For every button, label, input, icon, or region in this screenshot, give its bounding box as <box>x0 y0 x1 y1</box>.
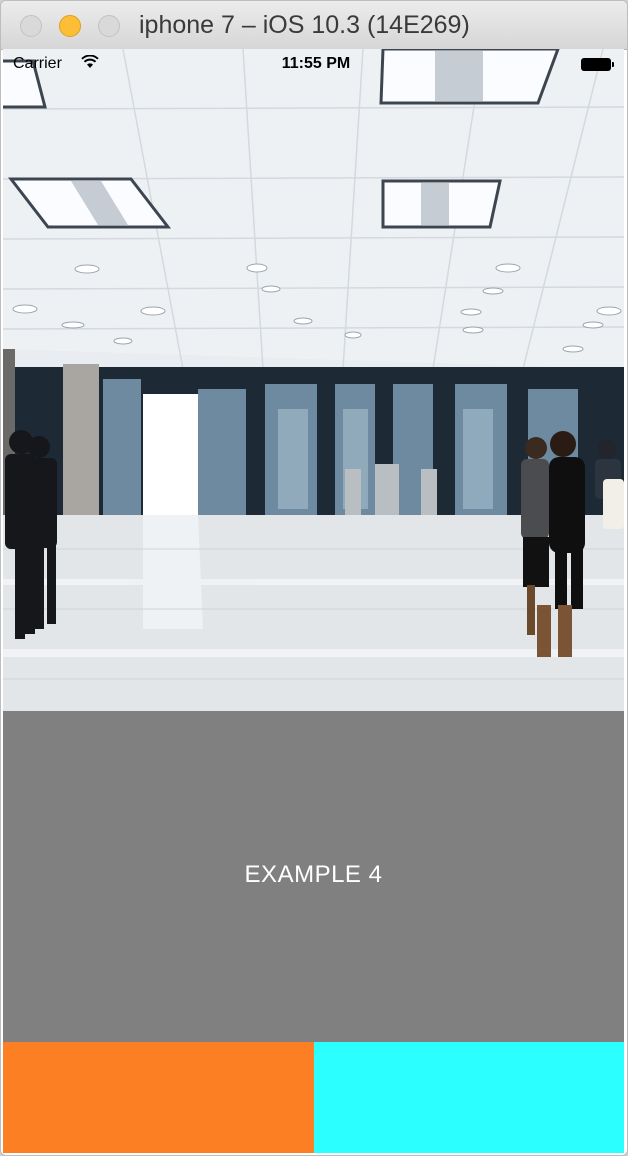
example-panel: EXAMPLE 4 <box>3 711 624 1042</box>
zoom-window-button[interactable] <box>98 15 120 37</box>
hero-image: Carrier 11:55 PM <box>3 49 624 711</box>
close-window-button[interactable] <box>20 15 42 37</box>
minimize-window-button[interactable] <box>59 15 81 37</box>
office-lobby-image <box>3 49 624 711</box>
status-bar: Carrier 11:55 PM <box>3 49 624 79</box>
simulator-window: iphone 7 – iOS 10.3 (14E269) Carrier 11:… <box>0 0 628 1156</box>
title-bar: iphone 7 – iOS 10.3 (14E269) <box>1 1 627 50</box>
orange-block[interactable] <box>3 1042 314 1153</box>
cyan-block[interactable] <box>314 1042 624 1153</box>
device-screen: Carrier 11:55 PM EXAMPLE 4 <box>3 49 624 1153</box>
window-title: iphone 7 – iOS 10.3 (14E269) <box>139 11 470 39</box>
clock-label: 11:55 PM <box>281 55 351 72</box>
example-label: EXAMPLE 4 <box>244 861 383 888</box>
battery-icon <box>581 58 614 71</box>
